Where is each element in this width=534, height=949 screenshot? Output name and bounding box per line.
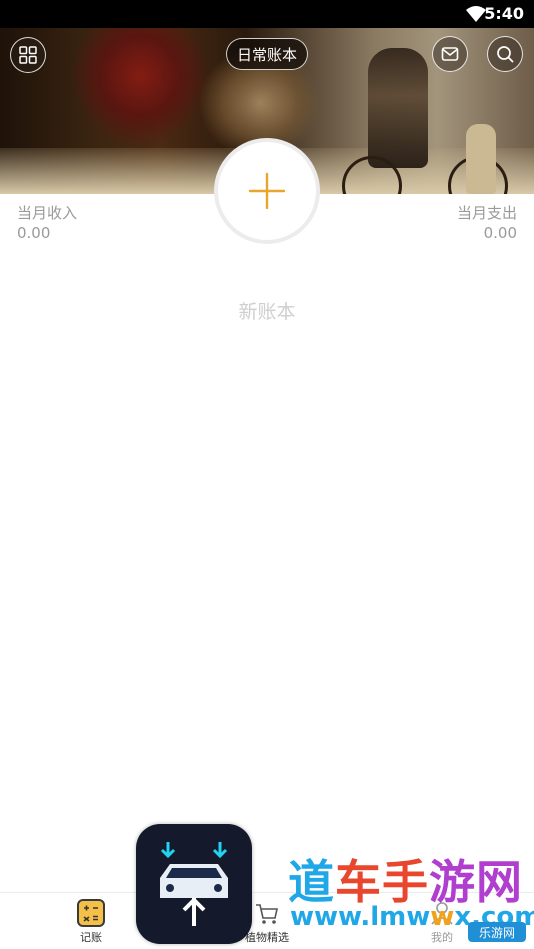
search-icon	[497, 46, 514, 63]
nav-label-mine: 我的	[431, 931, 453, 944]
new-book-prompt[interactable]: 新账本	[0, 297, 534, 324]
grid-icon	[19, 46, 37, 64]
wifi-icon	[466, 6, 486, 22]
nav-item-bookkeeping[interactable]: 记账	[51, 899, 131, 945]
search-button[interactable]	[487, 36, 523, 72]
status-time: 5:40	[484, 4, 524, 23]
fire-hydrant	[466, 124, 496, 194]
calculator-icon	[77, 899, 105, 927]
monthly-expense-label: 当月支出	[456, 204, 517, 222]
watermark-title-part3: 游网	[429, 855, 523, 909]
watermark-app-logo	[136, 824, 252, 944]
graffiti-decoration	[70, 28, 210, 148]
watermark-badge: 乐游网	[468, 922, 526, 942]
watermark-title-part1: 道	[288, 855, 335, 909]
add-record-button[interactable]	[214, 138, 320, 244]
book-name-label: 日常账本	[236, 45, 297, 64]
watermark-title-part2: 车手	[335, 855, 429, 909]
status-bar: 5:40	[0, 0, 534, 28]
nav-label-bookkeeping: 记账	[80, 931, 102, 944]
monthly-income-label: 当月收入	[17, 204, 78, 222]
nav-label-goods: 植物精选	[245, 931, 289, 944]
monthly-expense-value: 0.00	[483, 224, 517, 242]
watermark-url-part1: www.lmw	[290, 902, 431, 932]
message-button[interactable]	[432, 36, 468, 72]
cyclist-figure	[368, 48, 428, 168]
monthly-income-value: 0.00	[17, 224, 51, 242]
mail-icon	[441, 47, 459, 61]
cart-icon	[256, 904, 278, 924]
book-selector-button[interactable]: 日常账本	[226, 38, 308, 70]
watermark-url-part2: w	[430, 902, 455, 932]
plus-icon	[248, 172, 286, 210]
book-list-button[interactable]	[10, 37, 46, 73]
